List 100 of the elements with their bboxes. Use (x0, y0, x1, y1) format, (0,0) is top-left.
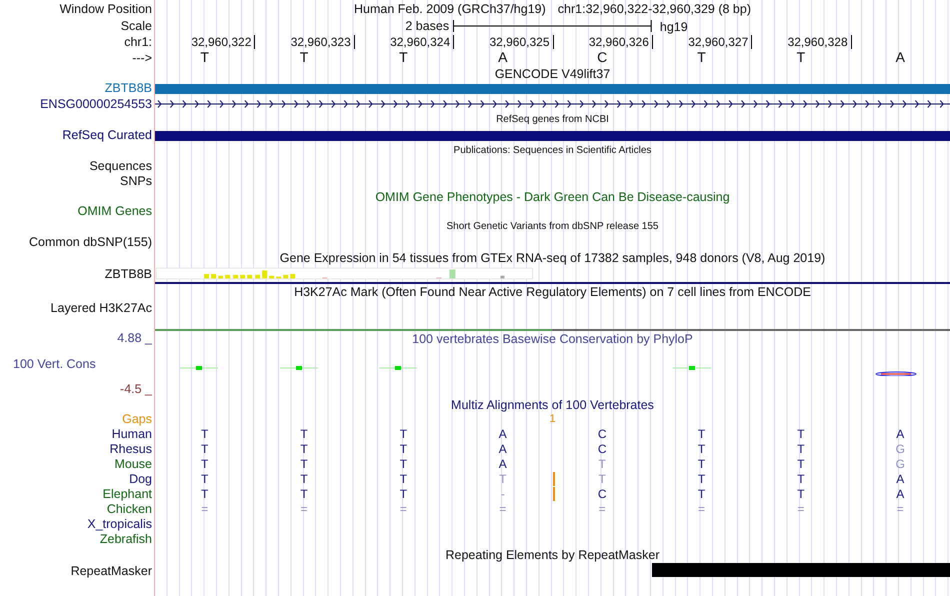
scale-text: 2 bases (405, 19, 450, 33)
track-label[interactable]: SNPs (120, 174, 154, 189)
base-letter: T (698, 427, 706, 442)
base-letter: T (698, 472, 706, 487)
coordinate-label: 32,960,326 (588, 35, 649, 49)
base-letter: T (698, 457, 706, 472)
base-letter: C (598, 427, 607, 442)
base-letter: T (300, 50, 308, 65)
species-label[interactable]: Rhesus (110, 442, 154, 457)
coordinate-label: 32,960,327 (688, 35, 748, 49)
track-title: H3K27Ac Mark (Often Found Near Active Regulatory Elements) on 7 cell lines from ENCODE (294, 284, 811, 298)
position-text: chr1:32,960,322-32,960,329 (8 bp) (558, 2, 751, 16)
tick-mark (850, 35, 852, 49)
track-title: Short Genetic Variants from dbSNP release 155 (446, 220, 658, 234)
coordinate-label: 32,960,328 (788, 35, 848, 49)
track-label[interactable]: RepeatMasker (70, 562, 154, 579)
tick-mark (354, 35, 355, 49)
base-letter: A (896, 427, 904, 442)
species-label[interactable]: Elephant (102, 487, 154, 502)
track-label[interactable]: OMIM Genes (78, 204, 154, 219)
base-letter: T (300, 442, 308, 457)
species-label[interactable]: Dog (129, 472, 154, 487)
base-letter: = (201, 502, 208, 517)
track-label[interactable]: ENSG00000254553 (40, 96, 154, 112)
base-letter: A (498, 427, 507, 442)
base-letter: T (300, 427, 308, 442)
species-label[interactable]: Chicken (106, 502, 154, 517)
coordinate-label: 32,960,323 (290, 35, 351, 49)
track-label: Scale (120, 18, 153, 34)
base-letter: A (498, 50, 508, 65)
gene-bar[interactable] (155, 130, 950, 140)
track-label[interactable]: Layered H3K27Ac (50, 299, 154, 316)
base-letter: T (400, 457, 408, 472)
base-letter: T (697, 50, 706, 65)
base-letter: T (499, 472, 506, 487)
species-label[interactable]: Zebrafish (100, 532, 154, 547)
base-letter: = (797, 502, 804, 517)
base-letter: = (896, 502, 904, 517)
species-label[interactable]: Human (112, 427, 154, 442)
base-letter: C (597, 50, 608, 65)
track-label[interactable]: ZBTB8B (104, 267, 154, 282)
base-letter: T (399, 50, 408, 65)
base-letter: T (698, 487, 706, 502)
assembly-name: Human Feb. 2009 (GRCh37/hg19) (354, 2, 546, 16)
base-letter: G (896, 442, 905, 457)
base-letter: T (400, 487, 408, 502)
axis-min-label: -4.5 _ (120, 382, 154, 397)
base-letter: A (498, 457, 507, 472)
track-label[interactable]: Common dbSNP(155) (29, 235, 154, 250)
tick-mark (751, 35, 752, 49)
gap-count: 1 (549, 412, 556, 427)
track-title: 100 vertebrates Basewise Conservation by PhyloP (412, 332, 693, 346)
track-label[interactable]: ZBTB8B (104, 81, 154, 96)
base-letter: T (400, 442, 408, 457)
base-letter: T (201, 427, 208, 442)
track-title: Repeating Elements by RepeatMasker (445, 548, 660, 562)
base-letter: T (201, 457, 208, 472)
base-letter: T (201, 487, 208, 502)
base-letter: T (400, 427, 408, 442)
base-letter: T (797, 442, 805, 457)
base-letter: T (400, 472, 408, 487)
base-letter: = (598, 502, 606, 517)
base-letter: A (896, 472, 904, 487)
base-letter: = (698, 502, 706, 517)
track-label[interactable]: Sequences (89, 159, 154, 174)
base-letter: T (200, 50, 209, 65)
base-letter: C (598, 442, 607, 457)
base-letter: T (300, 487, 308, 502)
base-letter: = (400, 502, 407, 517)
base-letter: T (797, 472, 805, 487)
tick-mark (453, 35, 454, 49)
track-title: RefSeq genes from NCBI (496, 113, 609, 127)
track-label: Window Position (60, 2, 153, 16)
coordinate-label: 32,960,322 (191, 35, 252, 49)
species-label[interactable]: X_tropicalis (87, 517, 154, 532)
base-letter: T (201, 472, 208, 487)
base-letter: C (598, 487, 607, 502)
base-letter: A (498, 442, 507, 457)
base-letter: = (499, 502, 506, 517)
track-title: Gene Expression in 54 tissues from GTEx RNA-seq of 17382 samples, 948 donors (V8, Aug 2019) (280, 250, 826, 264)
track-title: Publications: Sequences in Scientific Articles (454, 144, 652, 158)
track-title: OMIM Gene Phenotypes - Dark Green Can Be Disease-causing (375, 190, 730, 204)
strand-label: ---> (132, 50, 153, 66)
coordinate-label: 32,960,325 (489, 35, 550, 49)
tick-mark (552, 35, 554, 49)
base-letter: A (896, 50, 905, 65)
intron-line-drawing[interactable] (155, 97, 950, 111)
track-label[interactable]: 100 Vert. Cons (0, 356, 98, 372)
species-label[interactable]: Mouse (114, 457, 154, 472)
assembly-label: hg19 (660, 20, 688, 34)
base-letter: T (797, 487, 805, 502)
base-letter: T (300, 457, 308, 472)
track-label[interactable]: RefSeq Curated (62, 128, 154, 143)
base-letter: - (500, 487, 505, 502)
tick-mark (254, 35, 256, 49)
base-letter: T (201, 442, 208, 457)
coordinate-label: 32,960,324 (390, 35, 450, 49)
base-letter: T (797, 427, 805, 442)
base-letter: T (598, 472, 606, 487)
base-letter: = (300, 502, 308, 517)
